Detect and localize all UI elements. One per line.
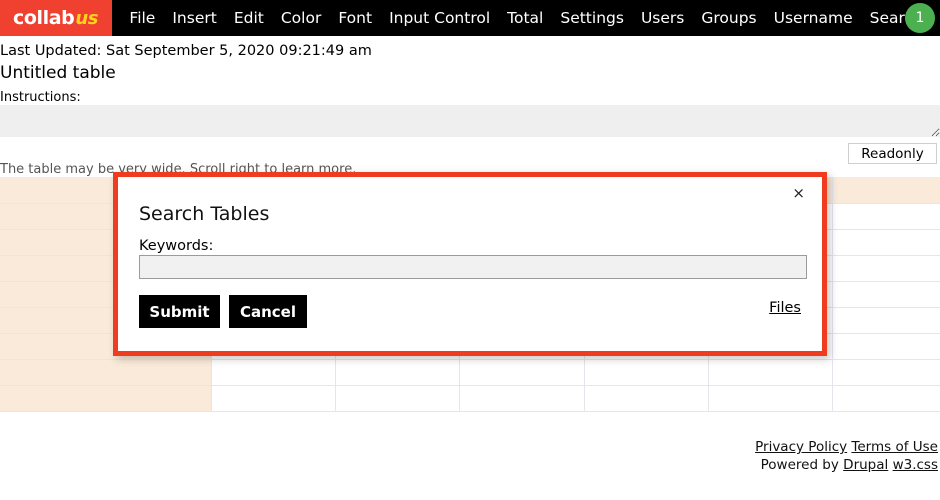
table-cell[interactable] [832, 255, 940, 282]
menu-item-groups[interactable]: Groups [693, 0, 765, 36]
cancel-button[interactable]: Cancel [229, 295, 307, 328]
table-cell[interactable] [584, 385, 709, 412]
notification-badge[interactable]: 1 [905, 3, 935, 33]
table-cell[interactable] [832, 333, 940, 360]
collabus-logo[interactable]: collab us [0, 0, 112, 36]
footer: Privacy Policy Terms of Use Powered by D… [755, 438, 938, 474]
table-cell[interactable] [832, 203, 940, 230]
w3css-link[interactable]: w3.css [893, 457, 938, 473]
search-tables-modal: × Search Tables Keywords: Submit Cancel … [113, 172, 827, 356]
logo-text-sub: us [75, 7, 98, 29]
footer-credit-row: Powered by Drupal w3.css [755, 456, 938, 474]
menu-item-file[interactable]: File [121, 0, 164, 36]
menu-item-settings[interactable]: Settings [552, 0, 633, 36]
app-page: collab us File Insert Edit Color Font Inp… [0, 0, 940, 500]
table-cell[interactable] [459, 385, 585, 412]
keywords-input[interactable] [139, 255, 807, 279]
table-cell[interactable] [211, 385, 337, 412]
menu-item-color[interactable]: Color [272, 0, 329, 36]
powered-by-text: Powered by [760, 457, 839, 473]
table-cell[interactable] [832, 385, 940, 412]
table-cell[interactable] [335, 359, 461, 386]
table-cell[interactable] [832, 177, 940, 204]
menu-item-font[interactable]: Font [330, 0, 381, 36]
menu-item-users[interactable]: Users [632, 0, 692, 36]
top-menu-bar: collab us File Insert Edit Color Font Inp… [0, 0, 940, 36]
menu-item-total[interactable]: Total [499, 0, 552, 36]
close-icon[interactable]: × [787, 183, 810, 204]
table-cell[interactable] [211, 359, 337, 386]
table-cell[interactable] [0, 359, 212, 386]
page-title: Untitled table [0, 63, 116, 83]
table-row [0, 359, 940, 386]
table-cell[interactable] [832, 281, 940, 308]
readonly-button[interactable]: Readonly [848, 143, 937, 164]
menu-item-username[interactable]: Username [765, 0, 861, 36]
table-cell[interactable] [708, 359, 834, 386]
menu-item-insert[interactable]: Insert [164, 0, 225, 36]
files-link[interactable]: Files [769, 300, 801, 316]
menu-item-edit[interactable]: Edit [225, 0, 272, 36]
table-cell[interactable] [708, 385, 834, 412]
table-cell[interactable] [335, 385, 461, 412]
footer-legal-row: Privacy Policy Terms of Use [755, 438, 938, 456]
terms-of-use-link[interactable]: Terms of Use [851, 439, 938, 455]
table-row [0, 385, 940, 412]
table-cell[interactable] [832, 229, 940, 256]
keywords-label: Keywords: [139, 238, 214, 254]
table-cell[interactable] [459, 359, 585, 386]
table-cell[interactable] [832, 359, 940, 386]
menu-item-input-control[interactable]: Input Control [381, 0, 499, 36]
instructions-label: Instructions: [0, 90, 81, 105]
instructions-input[interactable] [0, 105, 940, 137]
submit-button[interactable]: Submit [139, 295, 220, 328]
table-cell[interactable] [832, 307, 940, 334]
privacy-policy-link[interactable]: Privacy Policy [755, 439, 847, 455]
drupal-link[interactable]: Drupal [843, 457, 888, 473]
menu-item-list: File Insert Edit Color Font Input Contro… [112, 0, 940, 36]
last-updated-text: Last Updated: Sat September 5, 2020 09:2… [0, 43, 372, 59]
logo-text-main: collab [13, 7, 75, 29]
table-cell[interactable] [584, 359, 709, 386]
modal-title: Search Tables [139, 203, 270, 225]
table-cell[interactable] [0, 385, 212, 412]
